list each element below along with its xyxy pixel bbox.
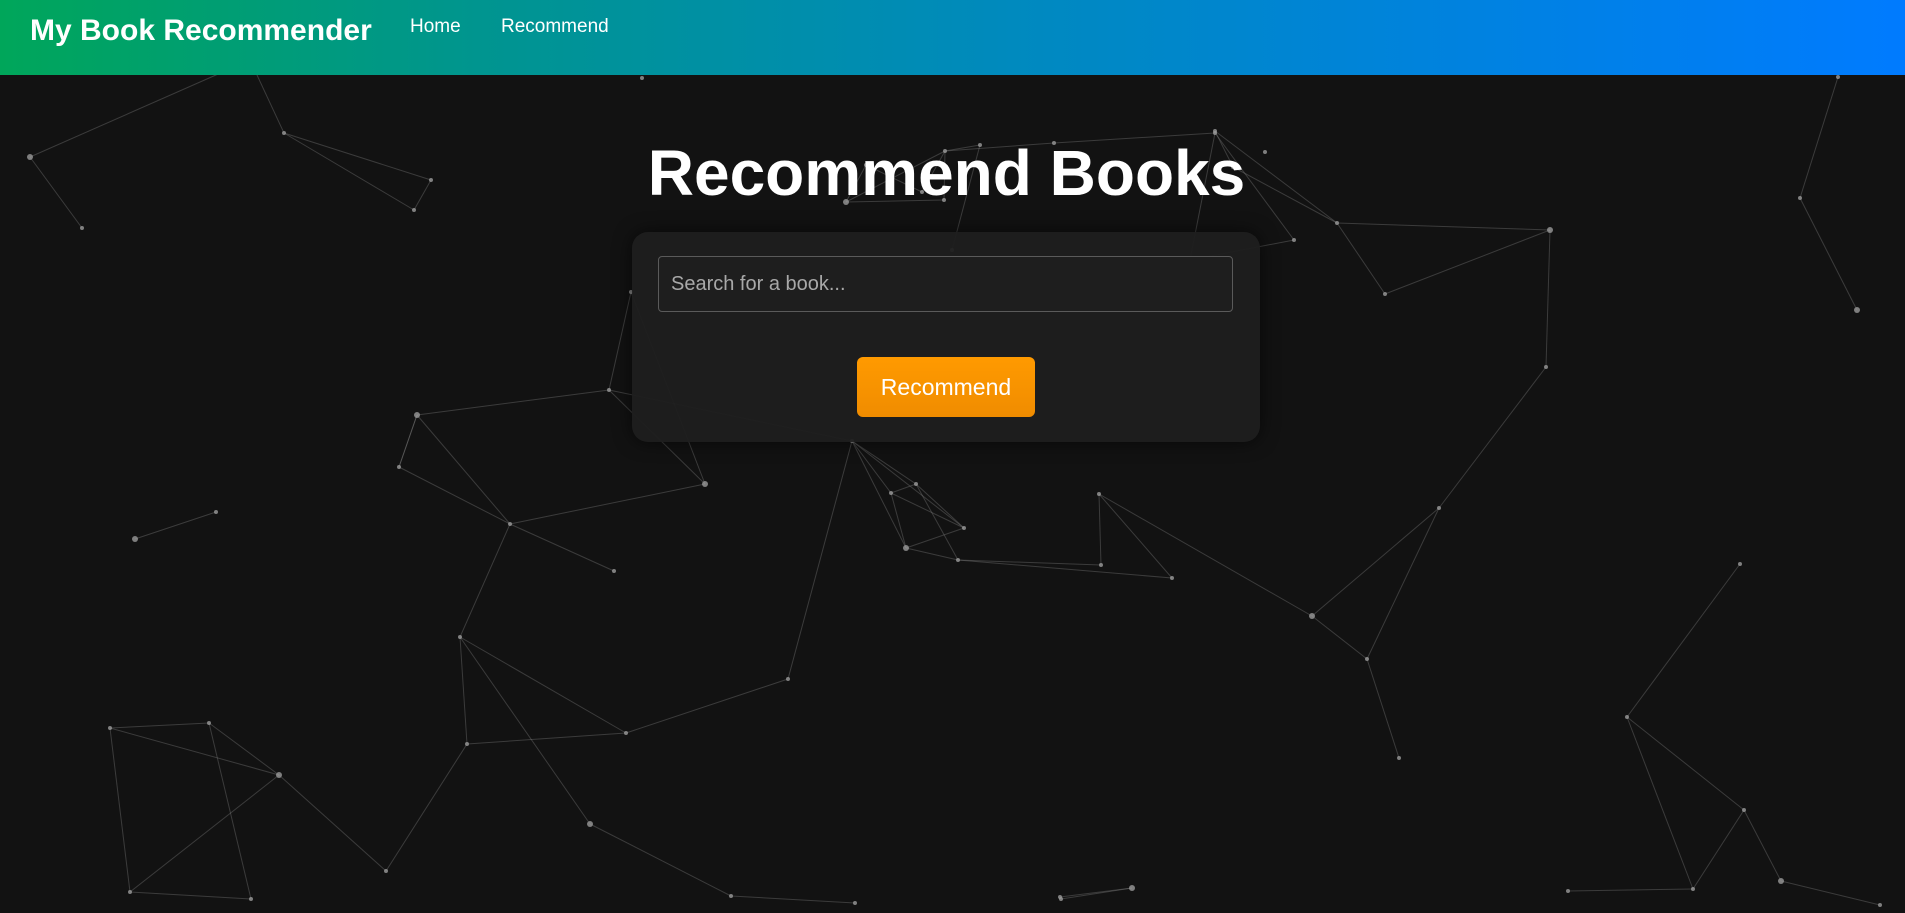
recommend-button[interactable]: Recommend	[857, 357, 1035, 417]
nav-link-home[interactable]: Home	[410, 16, 461, 38]
navbar: My Book Recommender Home Recommend	[0, 0, 1905, 75]
search-input[interactable]	[658, 256, 1233, 312]
recommend-card: Recommend	[632, 232, 1260, 442]
page-title: Recommend Books	[647, 137, 1246, 209]
nav-link-recommend[interactable]: Recommend	[501, 16, 609, 38]
brand-title[interactable]: My Book Recommender	[30, 13, 372, 49]
